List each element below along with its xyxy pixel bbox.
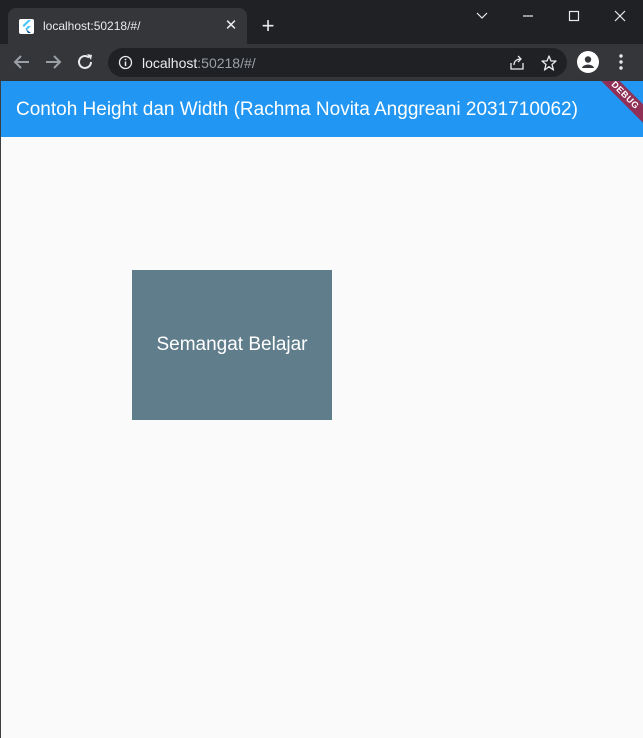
url-path: :50218/#/ [197, 55, 256, 71]
new-tab-button[interactable]: + [258, 15, 278, 37]
info-icon[interactable] [118, 55, 133, 70]
browser-tab[interactable]: localhost:50218/#/ ✕ [8, 8, 247, 44]
tab-title: localhost:50218/#/ [43, 19, 141, 33]
browser-toolbar: localhost:50218/#/ [0, 44, 643, 81]
url-text: localhost:50218/#/ [142, 55, 256, 71]
back-icon[interactable] [11, 51, 33, 73]
sized-container: Semangat Belajar [132, 270, 332, 420]
bookmark-star-icon[interactable] [540, 54, 558, 72]
reload-icon[interactable] [74, 51, 96, 73]
close-icon[interactable] [608, 6, 632, 26]
minimize-icon[interactable] [516, 6, 540, 26]
flutter-icon [19, 19, 34, 34]
profile-avatar-icon[interactable] [577, 51, 599, 73]
app-body: Semangat Belajar [0, 137, 643, 738]
share-icon[interactable] [508, 54, 526, 72]
maximize-icon[interactable] [562, 6, 586, 26]
url-host: localhost [142, 55, 198, 71]
browser-titlebar: localhost:50218/#/ ✕ + [0, 0, 643, 44]
container-text: Semangat Belajar [156, 334, 308, 355]
kebab-menu-icon[interactable] [612, 52, 630, 72]
forward-icon[interactable] [42, 51, 64, 73]
app-bar: Contoh Height dan Width (Rachma Novita A… [0, 81, 643, 137]
address-bar[interactable]: localhost:50218/#/ [108, 48, 567, 77]
chevron-down-icon[interactable] [470, 6, 494, 26]
tab-close-icon[interactable]: ✕ [223, 18, 239, 34]
window-left-border [0, 81, 1, 738]
app-bar-title: Contoh Height dan Width (Rachma Novita A… [16, 99, 578, 120]
